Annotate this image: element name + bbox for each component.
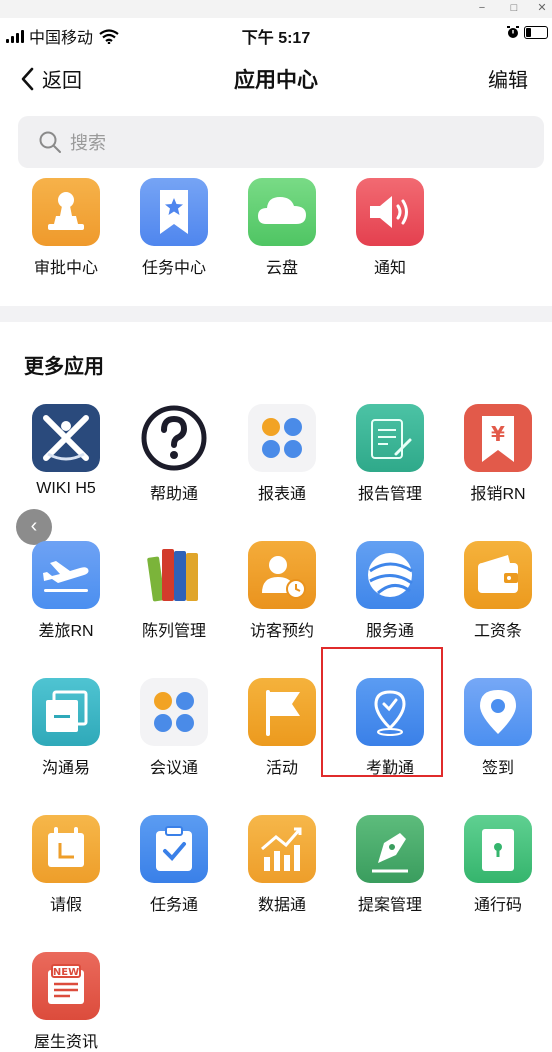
highlight-box — [321, 647, 443, 777]
app-label: 数据通 — [257, 897, 306, 914]
chart-up-icon — [248, 815, 316, 883]
app-label: 服务通 — [365, 623, 414, 640]
app-label: 通知 — [373, 260, 406, 277]
close-icon[interactable]: ✕ — [532, 0, 552, 18]
calendar-icon — [32, 815, 100, 883]
maximize-icon[interactable]: □ — [504, 0, 524, 18]
globe-icon — [356, 541, 424, 609]
window-title-bar: − □ ✕ — [0, 0, 552, 18]
visitor-clock-icon — [248, 541, 316, 609]
app-label: 会议通 — [149, 760, 198, 777]
app-display-management[interactable]: 陈列管理 — [120, 541, 228, 641]
door-icon — [464, 815, 532, 883]
app-label: 报告管理 — [357, 486, 422, 503]
app-label: 提案管理 — [357, 897, 422, 914]
app-label: 陈列管理 — [141, 623, 206, 640]
airplane-icon — [32, 541, 100, 609]
page-title: 应用中心 — [234, 69, 318, 92]
app-label: 帮助通 — [149, 486, 198, 503]
app-label: 审批中心 — [33, 260, 98, 277]
app-label: 通行码 — [473, 897, 522, 914]
app-label: WIKI H5 — [36, 480, 96, 497]
status-bar: 中国移动 下午 5:17 — [0, 18, 552, 50]
battery-icon — [524, 25, 548, 39]
minimize-icon[interactable]: − — [472, 0, 492, 18]
location-pin-icon — [464, 678, 532, 746]
clock: 下午 5:17 — [241, 30, 311, 47]
app-task-center[interactable]: 任务中心 — [120, 178, 228, 278]
four-petal-icon — [248, 404, 316, 472]
app-label: 活动 — [265, 760, 298, 777]
section-title: 更多应用 — [24, 356, 104, 378]
app-communication[interactable]: 沟通易 — [12, 678, 120, 778]
app-payslip[interactable]: 工资条 — [444, 541, 552, 641]
navigation-bar: 返回 应用中心 编辑 — [0, 50, 552, 106]
clipboard-check-icon — [140, 815, 208, 883]
svg-text:¥: ¥ — [491, 422, 505, 446]
app-label: 报表通 — [257, 486, 306, 503]
app-label: 云盘 — [265, 260, 298, 277]
app-label: 报销RN — [470, 486, 526, 503]
app-help[interactable]: 帮助通 — [120, 404, 228, 504]
app-proposal-management[interactable]: 提案管理 — [336, 815, 444, 915]
newspaper-icon: NEW — [32, 952, 100, 1020]
question-icon — [140, 404, 208, 472]
report-doc-icon — [356, 404, 424, 472]
app-service-pass[interactable]: 服务通 — [336, 541, 444, 641]
books-icon — [140, 541, 208, 609]
chevron-left-icon[interactable]: ‹ — [16, 509, 52, 545]
app-label: 请假 — [49, 897, 82, 914]
pen-nib-icon — [356, 815, 424, 883]
app-task-pass[interactable]: 任务通 — [120, 815, 228, 915]
cloud-icon — [248, 178, 316, 246]
app-travel-rn[interactable]: 差旅RN — [12, 541, 120, 641]
app-label: 屋生资讯 — [33, 1034, 98, 1051]
wiki-logo-icon — [32, 404, 100, 472]
alarm-icon — [507, 26, 519, 38]
app-data-pass[interactable]: 数据通 — [228, 815, 336, 915]
svg-text:NEW: NEW — [53, 967, 79, 978]
window-stack-icon — [32, 678, 100, 746]
app-activity[interactable]: 活动 — [228, 678, 336, 778]
app-meeting-pass[interactable]: 会议通 — [120, 678, 228, 778]
app-report-management[interactable]: 报告管理 — [336, 404, 444, 504]
app-report-pass[interactable]: 报表通 — [228, 404, 336, 504]
app-news[interactable]: NEW 屋生资讯 — [12, 952, 120, 1052]
flag-icon — [248, 678, 316, 746]
app-label: 任务中心 — [141, 260, 206, 277]
search-input[interactable]: 搜索 — [18, 116, 544, 168]
search-icon — [39, 131, 61, 153]
app-approval-center[interactable]: 审批中心 — [12, 178, 120, 278]
edit-button[interactable]: 编辑 — [488, 64, 528, 93]
app-visitor-booking[interactable]: 访客预约 — [228, 541, 336, 641]
bookmark-star-icon — [140, 178, 208, 246]
app-label: 签到 — [481, 760, 514, 777]
search-placeholder: 搜索 — [70, 133, 106, 153]
app-reimburse-rn[interactable]: ¥ 报销RN — [444, 404, 552, 504]
app-notice[interactable]: 通知 — [336, 178, 444, 278]
stamp-icon — [32, 178, 100, 246]
app-cloud-disk[interactable]: 云盘 — [228, 178, 336, 278]
app-label: 工资条 — [473, 623, 522, 640]
section-divider — [0, 306, 552, 322]
app-label: 任务通 — [149, 897, 198, 914]
yen-ribbon-icon: ¥ — [464, 404, 532, 472]
app-label: 访客预约 — [249, 623, 314, 640]
app-wiki-h5[interactable]: WIKI H5 — [12, 404, 120, 498]
four-petal-icon — [140, 678, 208, 746]
app-leave[interactable]: 请假 — [12, 815, 120, 915]
app-label: 差旅RN — [38, 623, 94, 640]
speaker-icon — [356, 178, 424, 246]
app-label: 沟通易 — [41, 760, 90, 777]
app-access-code[interactable]: 通行码 — [444, 815, 552, 915]
wallet-icon — [464, 541, 532, 609]
app-check-in[interactable]: 签到 — [444, 678, 552, 778]
